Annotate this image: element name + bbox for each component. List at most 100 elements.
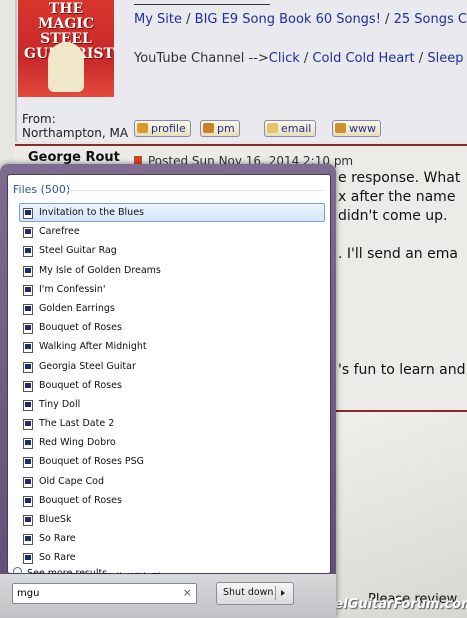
music-file-icon <box>23 419 33 431</box>
file-result-item[interactable]: Carefree <box>19 222 325 241</box>
file-result-label: Bouquet of Roses <box>39 494 122 506</box>
file-result-item[interactable]: Bouquet of Roses <box>19 318 325 337</box>
start-menu: Files (500) Invitation to the Blues Caref… <box>0 164 336 618</box>
file-result-item[interactable]: BlueSk <box>19 510 325 529</box>
profile-icon <box>137 123 148 133</box>
music-file-icon <box>23 361 33 373</box>
file-result-label: Bouquet of Roses <box>39 379 122 391</box>
user-avatar: THE MAGIC STEEL GUITARIST <box>18 0 114 97</box>
signature-link[interactable]: My Site <box>134 12 182 27</box>
file-result-label: Carefree <box>39 226 80 238</box>
file-result-label: Steel Guitar Rag <box>39 245 117 257</box>
file-result-item[interactable]: Bouquet of Roses <box>19 376 325 395</box>
music-file-icon <box>23 303 33 315</box>
file-result-item[interactable]: Red Wing Dobro <box>19 433 325 452</box>
signature-separator: / <box>299 51 313 66</box>
file-result-label: Invitation to the Blues <box>39 207 144 218</box>
search-results-panel: Files (500) Invitation to the Blues Caref… <box>7 174 331 584</box>
from-location: Northampton, MA <box>22 126 129 140</box>
www-button[interactable]: www <box>332 120 381 137</box>
shut-down-separator <box>275 586 276 600</box>
signature-link[interactable]: 25 Songs C <box>394 12 467 27</box>
file-result-label: Georgia Steel Guitar <box>39 360 136 372</box>
file-result-item[interactable]: Bouquet of Roses PSG <box>19 452 325 471</box>
www-icon <box>335 123 346 133</box>
music-file-icon <box>23 457 33 469</box>
pm-icon <box>203 123 214 133</box>
file-result-item[interactable]: Tiny Doll <box>19 395 325 414</box>
file-result-item[interactable]: My Isle of Golden Dreams <box>19 261 325 280</box>
files-header-rule <box>68 190 324 191</box>
file-result-label: Bouquet of Roses PSG <box>39 456 145 468</box>
forum-lower-area <box>329 412 467 618</box>
music-file-icon <box>23 265 33 277</box>
file-result-label: Tiny Doll <box>39 398 81 410</box>
music-file-icon <box>23 438 33 450</box>
start-menu-bottom-bar: × Shut down <box>0 574 336 618</box>
music-file-icon <box>23 380 33 392</box>
music-file-icon <box>23 515 33 526</box>
signature-link[interactable]: Sleep <box>427 51 463 66</box>
signature-link[interactable]: Click <box>269 51 300 66</box>
file-result-item[interactable]: Bouquet of Roses <box>19 491 325 510</box>
file-result-label: Red Wing Dobro <box>39 437 116 449</box>
music-file-icon <box>23 342 33 354</box>
email-icon <box>267 123 278 133</box>
search-input[interactable] <box>17 585 177 601</box>
post-body-line: 's fun to learn and so <box>338 362 467 378</box>
signature-rule <box>134 4 270 5</box>
shut-down-options-arrow-icon[interactable] <box>281 590 285 596</box>
music-file-icon <box>23 227 33 239</box>
music-file-icon <box>23 246 33 258</box>
pm-button[interactable]: pm <box>200 120 240 137</box>
file-result-label: The Last Date 2 <box>39 418 115 430</box>
music-file-icon <box>23 553 33 565</box>
file-result-item[interactable]: The Last Date 2 <box>19 414 325 433</box>
file-result-label: I'm Confessin' <box>39 283 106 295</box>
file-result-label: Walking After Midnight <box>39 341 147 353</box>
youtube-links: Click / Cold Cold Heart / Sleep <box>269 51 464 66</box>
shut-down-label: Shut down <box>223 587 274 598</box>
file-result-label: BlueSk <box>39 514 72 525</box>
signature-separator: / <box>414 51 428 66</box>
signature-links-line-1: My Site / BIG E9 Song Book 60 Songs! / 2… <box>134 12 467 27</box>
file-result-item[interactable]: So Rare <box>19 529 325 548</box>
file-result-item[interactable]: Old Cape Cod <box>19 472 325 491</box>
avatar-figure <box>48 42 84 92</box>
clear-search-icon[interactable]: × <box>183 586 192 599</box>
music-file-icon <box>23 399 33 411</box>
post-body-line: . I'll send an ema <box>338 246 458 262</box>
file-result-label: My Isle of Golden Dreams <box>39 264 161 276</box>
file-result-label: Old Cape Cod <box>39 475 104 487</box>
file-results-list: Invitation to the Blues Carefree Steel Gui… <box>19 203 325 587</box>
music-file-icon <box>23 208 33 219</box>
shut-down-button[interactable]: Shut down <box>216 582 294 605</box>
file-result-item[interactable]: Georgia Steel Guitar <box>19 357 325 376</box>
signature-separator: / <box>182 12 195 27</box>
file-result-item[interactable]: Golden Earrings <box>19 299 325 318</box>
music-file-icon <box>23 476 33 488</box>
file-result-item[interactable]: Steel Guitar Rag <box>19 241 325 260</box>
file-result-item[interactable]: I'm Confessin' <box>19 280 325 299</box>
post-body-line: x after the name <box>338 189 456 205</box>
music-file-icon <box>23 323 33 335</box>
music-file-icon <box>23 495 33 507</box>
signature-youtube-line: YouTube Channel -->Click / Cold Cold Hea… <box>134 51 463 66</box>
search-box[interactable]: × <box>12 583 197 604</box>
profile-button[interactable]: profile <box>134 120 191 137</box>
file-result-label: So Rare <box>39 533 76 545</box>
file-result-item[interactable]: Invitation to the Blues <box>19 203 325 223</box>
file-result-item[interactable]: So Rare <box>19 548 325 567</box>
youtube-channel-label: YouTube Channel --> <box>134 51 269 66</box>
file-result-label: Bouquet of Roses <box>39 322 122 334</box>
email-button[interactable]: email <box>264 120 317 137</box>
file-result-item[interactable]: Walking After Midnight <box>19 337 325 356</box>
music-file-icon <box>23 534 33 546</box>
from-label: From: <box>22 112 56 126</box>
post-author[interactable]: George Rout <box>28 150 120 165</box>
signature-link[interactable]: Cold Cold Heart <box>312 51 414 66</box>
signature-link[interactable]: BIG E9 Song Book 60 Songs! <box>195 12 381 27</box>
file-result-label: Golden Earrings <box>39 302 115 314</box>
music-file-icon <box>23 284 33 296</box>
files-category-header[interactable]: Files (500) <box>13 183 70 196</box>
